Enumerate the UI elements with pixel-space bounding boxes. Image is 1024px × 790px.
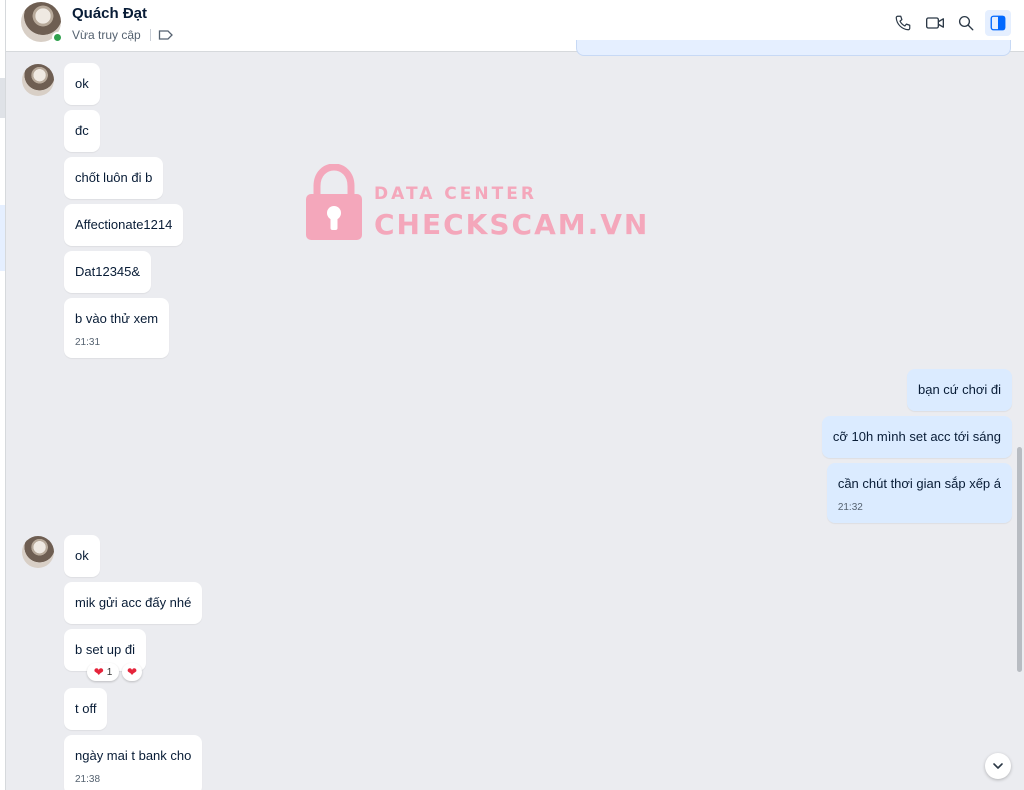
scrollbar-thumb[interactable] [1017, 447, 1022, 672]
message-text: cần chút thơi gian sắp xếp á [837, 476, 1001, 491]
message-bubble[interactable]: ngày mai t bank cho 21:38 [64, 735, 203, 790]
add-reaction-button[interactable]: ❤ [122, 663, 142, 681]
message-text: t off [75, 701, 97, 716]
message-bubble[interactable]: ok [64, 63, 100, 105]
sender-avatar[interactable] [22, 536, 54, 568]
chevron-down-icon [993, 763, 1003, 769]
message-text: bạn cứ chơi đi [918, 382, 1001, 397]
watermark-line1: DATA CENTER [374, 184, 537, 204]
status-divider [150, 29, 151, 41]
message-bubble-outgoing[interactable]: bạn cứ chơi đi [907, 369, 1012, 411]
chat-scrollbar[interactable] [1015, 52, 1024, 790]
previous-message-bubble [576, 40, 1011, 56]
lock-icon [306, 164, 362, 240]
message-text: ngày mai t bank cho [75, 748, 192, 763]
message-bubble[interactable]: đc [64, 110, 100, 152]
message-time: 21:31 [75, 337, 101, 348]
reaction-badge[interactable]: ❤ 1 [87, 663, 119, 681]
heart-icon: ❤ [126, 665, 138, 679]
heart-icon: ❤ [93, 665, 104, 679]
scroll-to-bottom-button[interactable] [985, 753, 1011, 779]
message-text: b vào thử xem [75, 311, 159, 326]
message-bubble[interactable]: b vào thử xem 21:31 [64, 298, 170, 358]
message-bubble[interactable]: ok [64, 535, 100, 577]
message-bubble[interactable]: Dat12345& [64, 251, 152, 293]
panel-toggle-icon[interactable] [985, 10, 1011, 36]
message-bubble[interactable]: chốt luôn đi b [64, 157, 164, 199]
message-bubble[interactable]: t off [64, 688, 108, 730]
video-call-icon[interactable] [923, 11, 947, 35]
contact-status: Vừa truy cập [72, 28, 141, 42]
message-text: Affectionate1214 [75, 217, 173, 232]
watermark: DATA CENTER CHECKSCAM.VN [304, 164, 647, 244]
message-bubble-outgoing[interactable]: cỡ 10h mình set acc tới sáng [821, 416, 1012, 458]
message-bubble[interactable]: Affectionate1214 [64, 204, 184, 246]
search-icon[interactable] [954, 11, 978, 35]
left-panel-item[interactable] [0, 78, 5, 118]
left-panel-item-selected[interactable] [0, 205, 5, 271]
online-status-dot [52, 32, 63, 43]
left-panel-edge [0, 0, 6, 790]
message-text: mik gửi acc đấy nhé [75, 595, 192, 610]
sender-avatar[interactable] [22, 64, 54, 96]
contact-name[interactable]: Quách Đạt [72, 5, 147, 22]
message-text: cỡ 10h mình set acc tới sáng [832, 429, 1001, 444]
message-bubble-outgoing[interactable]: cần chút thơi gian sắp xếp á 21:32 [826, 463, 1012, 523]
message-text: ok [75, 548, 89, 563]
message-time: 21:38 [75, 774, 101, 785]
label-tag-icon[interactable] [158, 28, 174, 42]
message-time: 21:32 [837, 502, 863, 513]
message-text: ok [75, 76, 89, 91]
message-bubble[interactable]: mik gửi acc đấy nhé [64, 582, 203, 624]
watermark-line2: CHECKSCAM.VN [374, 208, 650, 241]
message-text: chốt luôn đi b [75, 170, 153, 185]
message-text: đc [75, 123, 89, 138]
message-text: b set up đi [75, 642, 135, 657]
message-text: Dat12345& [75, 264, 141, 279]
phone-icon[interactable] [891, 11, 915, 35]
reaction-count: 1 [106, 666, 113, 678]
